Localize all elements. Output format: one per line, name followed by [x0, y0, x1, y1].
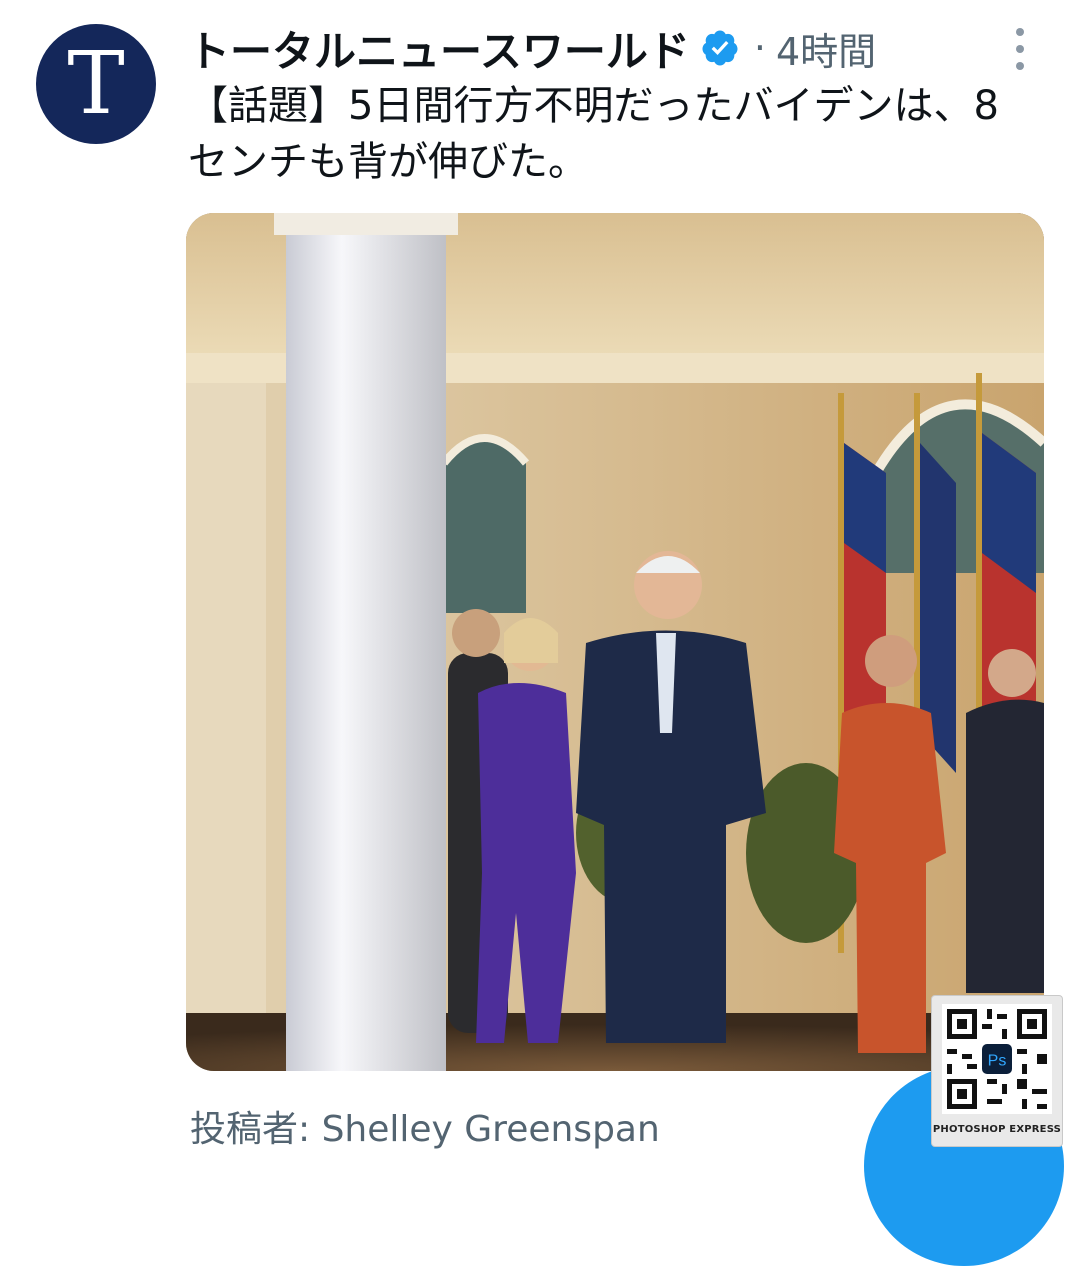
header-separator: ·	[753, 26, 766, 70]
avatar-letter: T	[67, 34, 125, 134]
tweet-video[interactable]	[186, 213, 1044, 1071]
ps-logo-text: Ps	[988, 1053, 1007, 1070]
verified-badge-icon	[702, 30, 738, 66]
photoshop-express-watermark: Ps PHOTOSHOP EXPRESS	[931, 995, 1063, 1147]
media-credit: 投稿者: Shelley Greenspan	[190, 1109, 660, 1150]
watermark-label: PHOTOSHOP EXPRESS	[932, 1124, 1062, 1135]
tweet-text: 【話題】5日間行方不明だったバイデンは、8センチも背が伸びた。	[188, 83, 999, 185]
more-options-icon[interactable]	[1006, 28, 1034, 70]
video-frame	[186, 213, 1044, 1071]
tweet-timestamp[interactable]: 4時間	[776, 21, 876, 76]
account-avatar[interactable]: T	[36, 24, 156, 144]
tweet-header: トータルニュースワールド · 4時間	[188, 20, 876, 76]
display-name[interactable]: トータルニュースワールド	[188, 18, 690, 79]
qr-code-icon: Ps	[942, 1004, 1052, 1114]
